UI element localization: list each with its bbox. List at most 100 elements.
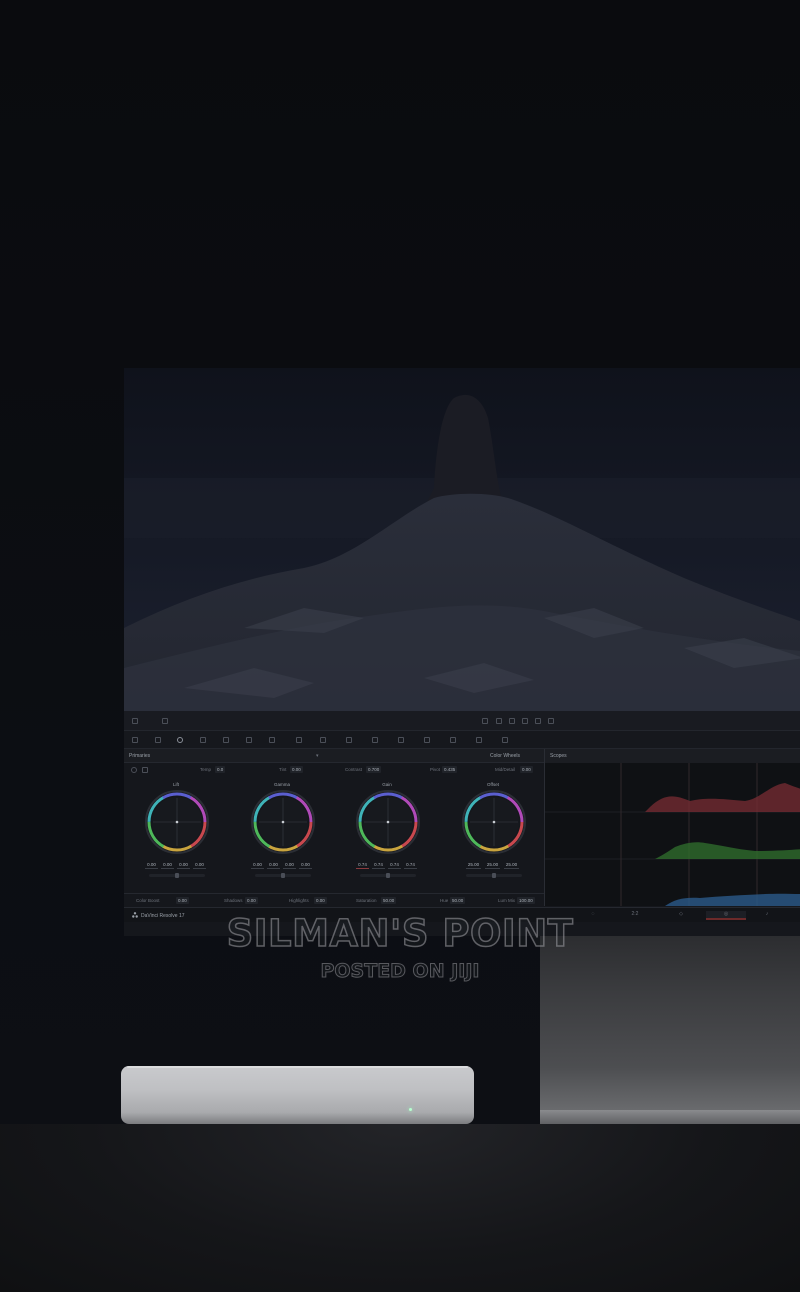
skip-back-icon[interactable] <box>482 718 488 724</box>
tool-icon[interactable] <box>346 737 352 743</box>
wheel-value[interactable]: 0.74 <box>388 861 401 869</box>
wheel-value[interactable]: 0.00 <box>161 861 174 869</box>
param-field[interactable]: 0.00 <box>176 897 189 904</box>
pen-icon[interactable] <box>132 718 138 724</box>
wheel-value[interactable]: 0.00 <box>177 861 190 869</box>
wheel-gamma[interactable]: Gamma 0.00 0.00 0.00 0.00 <box>232 777 332 893</box>
tool-icon[interactable] <box>502 737 508 743</box>
transport-toolbar <box>124 711 800 731</box>
scope-red-trace <box>645 783 800 812</box>
wheel-lift[interactable]: Lift 0.00 0.00 0.00 0.00 <box>126 777 226 893</box>
wheel-gain[interactable]: Gain 0.74 0.74 0.74 0.74 <box>337 777 437 893</box>
video-viewer <box>124 368 800 711</box>
mode-dropdown[interactable]: Color Wheels <box>490 753 520 759</box>
primaries-header: Primaries ▾ Color Wheels <box>124 749 544 763</box>
color-wheel-graphic[interactable] <box>355 789 421 855</box>
param-label: Hue <box>440 898 449 903</box>
eyedropper-icon[interactable] <box>320 737 326 743</box>
param-label: Shadows <box>224 898 243 903</box>
wheel-name: Gain <box>382 782 392 787</box>
param-label: Lum Mix <box>498 898 516 903</box>
wheel-value[interactable]: 0.00 <box>251 861 264 869</box>
panel-title: Primaries <box>129 753 151 759</box>
param-label: Temp <box>200 767 212 772</box>
master-slider[interactable] <box>149 873 205 878</box>
master-slider[interactable] <box>360 873 416 878</box>
wheel-value[interactable]: 0.74 <box>372 861 385 869</box>
tool-icon[interactable] <box>450 737 456 743</box>
skip-forward-icon[interactable] <box>535 718 541 724</box>
watermark-subtitle: POSTED ON JIJI <box>320 960 480 983</box>
param-label: Mid/Detail <box>495 767 516 772</box>
scope-green-trace <box>655 842 800 859</box>
param-label: Color Boost <box>136 898 160 903</box>
tool-icon[interactable] <box>269 737 275 743</box>
play-reverse-icon[interactable] <box>496 718 502 724</box>
tool-icon[interactable] <box>372 737 378 743</box>
tool-icon[interactable] <box>155 737 161 743</box>
power-led-icon <box>409 1108 412 1111</box>
loop-icon[interactable] <box>548 718 554 724</box>
wheel-value[interactable]: 0.00 <box>283 861 296 869</box>
color-wheels-icon[interactable] <box>177 737 183 743</box>
auto-balance-icon[interactable] <box>142 767 148 773</box>
resolve-color-page: Primaries ▾ Color Wheels Scopes Temp 0.0… <box>124 711 800 936</box>
scopes-title: Scopes <box>550 753 567 759</box>
master-slider[interactable] <box>255 873 311 878</box>
desk-surface <box>0 1124 800 1292</box>
wheel-value[interactable]: 0.00 <box>193 861 206 869</box>
product-scene: Primaries ▾ Color Wheels Scopes Temp 0.0… <box>0 0 800 1292</box>
scopes-header: Scopes <box>544 749 800 763</box>
wheel-value[interactable]: 0.74 <box>356 861 369 869</box>
scope-blue-trace <box>665 893 800 906</box>
param-label: Tint <box>279 767 287 772</box>
tool-icon[interactable] <box>424 737 430 743</box>
tool-icon[interactable] <box>476 737 482 743</box>
mac-mini <box>121 1066 474 1124</box>
param-field[interactable]: 0.00 <box>314 897 327 904</box>
tool-icon[interactable] <box>200 737 206 743</box>
param-field[interactable]: 50.00 <box>450 897 466 904</box>
wheel-name: Gamma <box>273 782 290 787</box>
play-icon[interactable] <box>522 718 528 724</box>
bottom-params-row: Color Boost 0.00 Shadows 0.00 Highlights… <box>124 893 544 907</box>
param-field[interactable]: 0.00 <box>520 766 533 773</box>
param-label: Saturation <box>356 898 377 903</box>
studio-display: Primaries ▾ Color Wheels Scopes Temp 0.0… <box>124 368 800 936</box>
wheel-offset[interactable]: Offset 25.00 25.00 25.00 <box>443 777 543 893</box>
stop-icon[interactable] <box>509 718 515 724</box>
param-field[interactable]: 100.00 <box>517 897 535 904</box>
tool-icon[interactable] <box>296 737 302 743</box>
color-wheels: Lift 0.00 0.00 0.00 0.00 Gamma 0.00 0.00… <box>124 777 544 893</box>
wheel-value[interactable]: 0.74 <box>404 861 417 869</box>
tool-icon[interactable] <box>132 737 138 743</box>
wheel-value[interactable]: 0.00 <box>299 861 312 869</box>
param-label: Pivot <box>430 767 441 772</box>
reset-icon[interactable] <box>131 767 137 773</box>
wheel-value[interactable]: 25.00 <box>485 861 500 869</box>
dropdown-icon[interactable]: ▾ <box>316 753 319 759</box>
audio-icon[interactable] <box>162 718 168 724</box>
wheel-value[interactable]: 25.00 <box>466 861 481 869</box>
param-field[interactable]: 0.00 <box>290 766 303 773</box>
color-wheel-graphic[interactable] <box>461 789 527 855</box>
watermark-title: SILMAN'S POINT <box>226 911 574 956</box>
wheel-value[interactable]: 25.00 <box>504 861 519 869</box>
param-label: Contrast <box>345 767 363 772</box>
param-field[interactable]: 0.700 <box>366 766 382 773</box>
wheel-value[interactable]: 0.00 <box>267 861 280 869</box>
color-wheel-graphic[interactable] <box>250 789 316 855</box>
tool-icon[interactable] <box>223 737 229 743</box>
color-wheel-graphic[interactable] <box>144 789 210 855</box>
param-field[interactable]: 0.435 <box>442 766 458 773</box>
param-field[interactable]: 0.00 <box>245 897 258 904</box>
param-field[interactable]: 0.0 <box>215 766 226 773</box>
tool-icon[interactable] <box>246 737 252 743</box>
master-slider[interactable] <box>466 873 522 878</box>
param-label: Highlights <box>289 898 309 903</box>
param-field[interactable]: 50.00 <box>381 897 397 904</box>
tool-icon[interactable] <box>398 737 404 743</box>
landscape-frame <box>124 368 800 711</box>
color-tools-toolbar <box>124 731 800 749</box>
wheel-value[interactable]: 0.00 <box>145 861 158 869</box>
